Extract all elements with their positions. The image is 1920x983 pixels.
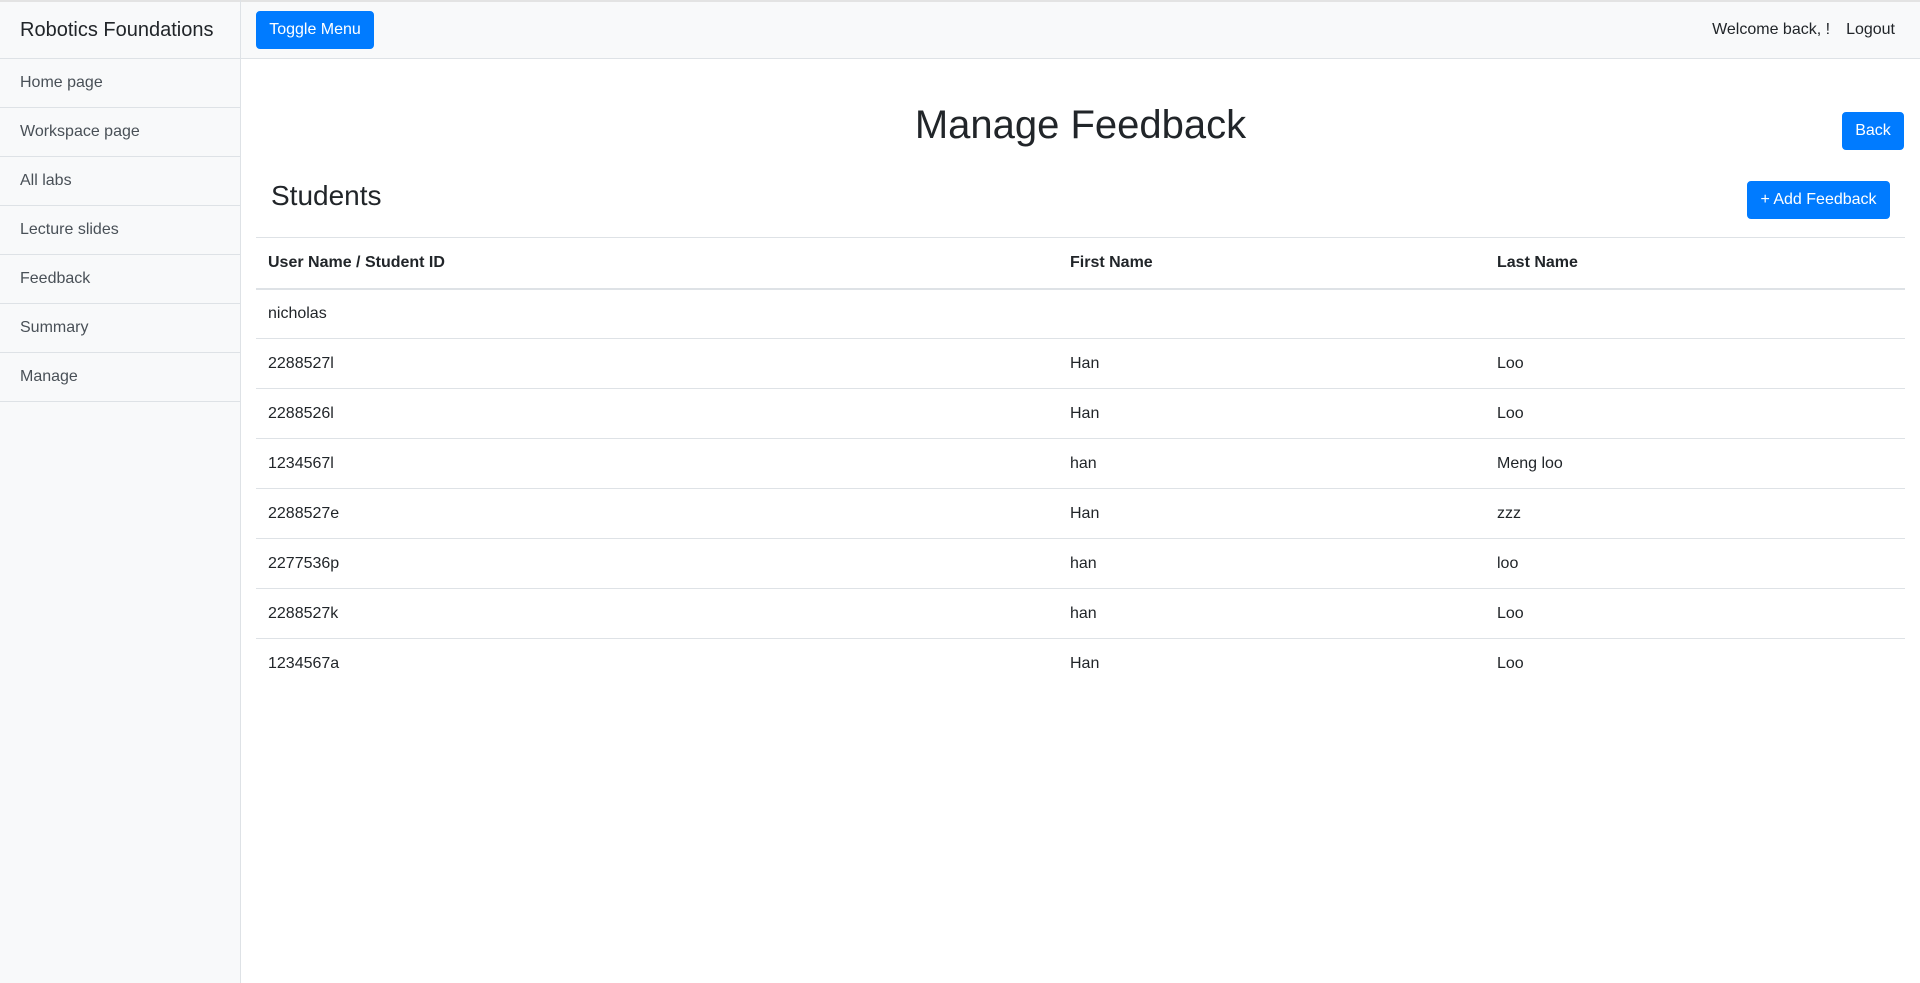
sidebar-item-manage[interactable]: Manage — [0, 353, 240, 402]
cell-username: 1234567l — [256, 438, 1058, 489]
column-header-first-name: First Name — [1058, 237, 1485, 290]
cell-username: 2288527l — [256, 338, 1058, 389]
cell-first-name: Han — [1058, 638, 1485, 689]
cell-last-name: Meng loo — [1485, 438, 1905, 489]
top-navbar: Toggle Menu Welcome back, ! Logout — [241, 0, 1920, 59]
app-root: Robotics Foundations Home page Workspace… — [0, 0, 1920, 983]
cell-username: 1234567a — [256, 638, 1058, 689]
cell-first-name — [1058, 288, 1485, 339]
cell-username: 2288526l — [256, 388, 1058, 439]
students-table: User Name / Student ID First Name Last N… — [256, 237, 1905, 689]
cell-last-name: Loo — [1485, 338, 1905, 389]
table-row[interactable]: nicholas — [256, 288, 1905, 339]
cell-last-name: loo — [1485, 538, 1905, 589]
page-title: Manage Feedback — [914, 103, 1247, 147]
table-row[interactable]: 2288527e Han zzz — [256, 488, 1905, 539]
cell-username: 2288527k — [256, 588, 1058, 639]
sidebar-item-summary[interactable]: Summary — [0, 304, 240, 353]
cell-username: 2288527e — [256, 488, 1058, 539]
table-row[interactable]: 1234567l han Meng loo — [256, 438, 1905, 489]
table-row[interactable]: 2288526l Han Loo — [256, 388, 1905, 439]
cell-first-name: Han — [1058, 488, 1485, 539]
cell-last-name: zzz — [1485, 488, 1905, 539]
cell-first-name: han — [1058, 588, 1485, 639]
table-header: User Name / Student ID First Name Last N… — [256, 237, 1905, 290]
cell-last-name: Loo — [1485, 588, 1905, 639]
logout-link[interactable]: Logout — [1846, 21, 1904, 39]
column-header-username: User Name / Student ID — [256, 237, 1058, 290]
sidebar-heading: Robotics Foundations — [0, 0, 240, 58]
sidebar: Robotics Foundations Home page Workspace… — [0, 0, 241, 983]
navbar-right: Welcome back, ! Logout — [1712, 21, 1904, 39]
column-header-last-name: Last Name — [1485, 237, 1905, 290]
table-body: nicholas 2288527l Han Loo 2288526l Han L… — [256, 288, 1905, 689]
cell-first-name: Han — [1058, 388, 1485, 439]
table-row[interactable]: 1234567a Han Loo — [256, 638, 1905, 689]
back-button[interactable]: Back — [1842, 112, 1904, 150]
table-row[interactable]: 2277536p han loo — [256, 538, 1905, 589]
cell-username: nicholas — [256, 288, 1058, 339]
cell-first-name: Han — [1058, 338, 1485, 389]
students-table-wrapper: User Name / Student ID First Name Last N… — [256, 237, 1905, 689]
table-row[interactable]: 2288527l Han Loo — [256, 338, 1905, 389]
cell-last-name: Loo — [1485, 638, 1905, 689]
sidebar-item-lecture-slides[interactable]: Lecture slides — [0, 206, 240, 255]
sidebar-item-workspace[interactable]: Workspace page — [0, 108, 240, 157]
cell-last-name — [1485, 288, 1905, 339]
sidebar-item-home[interactable]: Home page — [0, 59, 240, 108]
cell-username: 2277536p — [256, 538, 1058, 589]
cell-first-name: han — [1058, 438, 1485, 489]
sidebar-item-all-labs[interactable]: All labs — [0, 157, 240, 206]
sidebar-list: Home page Workspace page All labs Lectur… — [0, 58, 240, 402]
table-header-row: User Name / Student ID First Name Last N… — [256, 237, 1905, 290]
cell-last-name: Loo — [1485, 388, 1905, 439]
section-title: Students — [271, 180, 382, 211]
sidebar-item-feedback[interactable]: Feedback — [0, 255, 240, 304]
add-feedback-button[interactable]: + Add Feedback — [1747, 181, 1890, 219]
toggle-menu-button[interactable]: Toggle Menu — [256, 11, 374, 49]
welcome-text: Welcome back, ! — [1712, 21, 1831, 38]
main-content: Manage Feedback Back Students + Add Feed… — [241, 59, 1920, 983]
table-row[interactable]: 2288527k han Loo — [256, 588, 1905, 639]
cell-first-name: han — [1058, 538, 1485, 589]
